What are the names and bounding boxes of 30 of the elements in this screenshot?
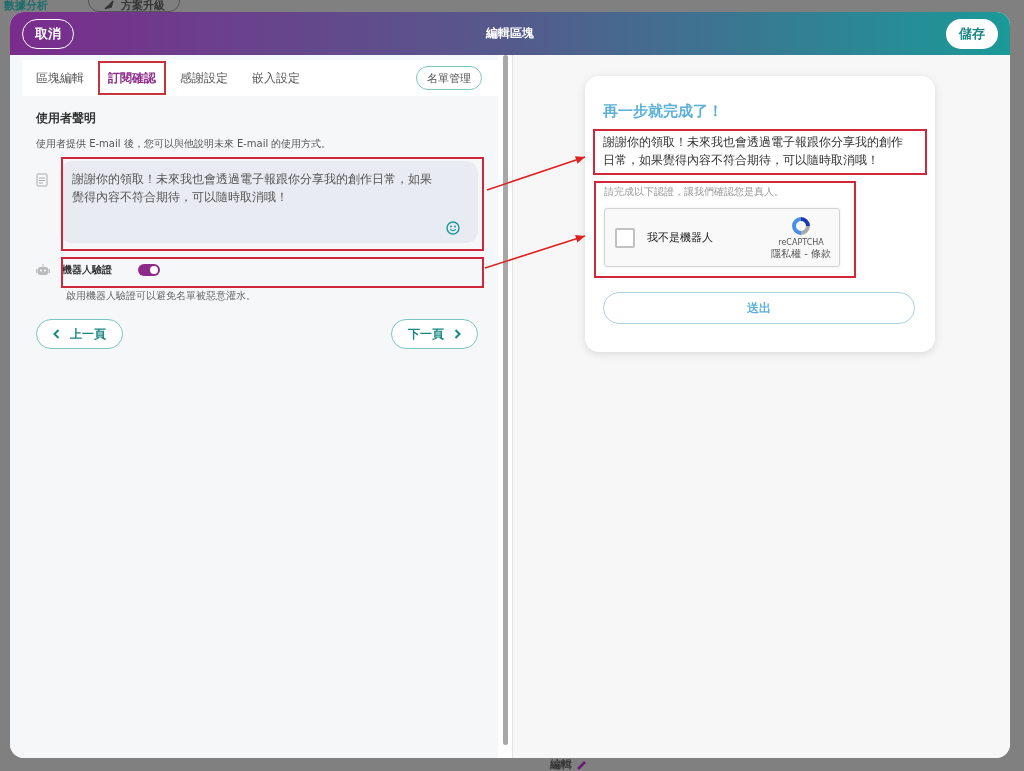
recaptcha-logo-icon xyxy=(789,214,813,238)
previous-button[interactable]: 上一頁 xyxy=(36,319,123,349)
emoji-icon[interactable] xyxy=(446,221,460,235)
robot-check-label: 機器人驗證 xyxy=(62,263,112,277)
captcha-brand: reCAPTCHA xyxy=(778,238,824,247)
chevron-left-icon xyxy=(53,329,60,339)
chevron-right-icon xyxy=(454,329,461,339)
captcha-hint: 請完成以下認證，讓我們確認您是真人。 xyxy=(604,185,785,199)
save-button[interactable]: 儲存 xyxy=(946,18,998,49)
dialog-title: 編輯區塊 xyxy=(486,25,534,42)
captcha-checkbox[interactable] xyxy=(615,227,635,248)
robot-check-hint: 啟用機器人驗證可以避免名單被惡意灌水。 xyxy=(66,289,257,303)
preview-title: 再一步就完成了！ xyxy=(603,102,724,121)
robot-check-toggle[interactable] xyxy=(138,264,160,276)
message-textarea[interactable]: 謝謝你的領取！未來我也會透過電子報跟你分享我的創作日常，如果覺得內容不符合期待，可以隨時取消哦！ xyxy=(60,161,478,243)
tab[interactable]: 區塊編輯 xyxy=(26,61,94,95)
captcha-label: 我不是機器人 xyxy=(647,230,713,245)
list-management-button[interactable]: 名單管理 xyxy=(416,66,482,90)
pencil-icon xyxy=(576,758,588,771)
robot-icon xyxy=(36,264,50,276)
tab[interactable]: 感謝設定 xyxy=(170,61,238,95)
scrollbar[interactable] xyxy=(498,55,512,758)
captcha-links[interactable]: 隱私權 - 條款 xyxy=(771,247,831,261)
document-icon xyxy=(36,173,48,187)
section-description: 使用者提供 E-mail 後，您可以與他說明未來 E-mail 的使用方式。 xyxy=(36,137,333,151)
preview-message: 謝謝你的領取！未來我也會透過電子報跟你分享我的創作日常，如果覺得內容不符合期待，可以隨時取消哦！ xyxy=(603,134,903,169)
section-title: 使用者聲明 xyxy=(36,110,97,127)
next-button[interactable]: 下一頁 xyxy=(391,319,478,349)
tab[interactable]: 訂閱確認 xyxy=(98,61,166,95)
tab[interactable]: 嵌入設定 xyxy=(242,61,310,95)
